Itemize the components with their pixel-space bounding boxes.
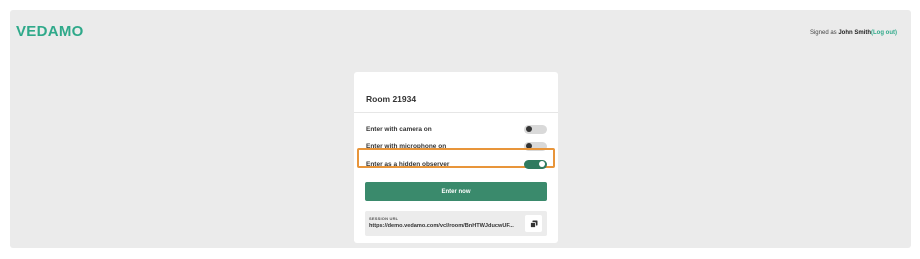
signed-in-status: Signed as John Smith(Log out) xyxy=(810,30,897,36)
session-url-text: https://demo.vedamo.com/vcl/room/BnHTWJd… xyxy=(369,223,514,229)
card-divider xyxy=(354,112,558,113)
room-title: Room 21934 xyxy=(366,94,417,104)
copy-icon xyxy=(529,220,537,228)
room-entry-card: Room 21934 Enter with camera on Enter wi… xyxy=(354,72,558,243)
session-url-caption: SESSION URL xyxy=(369,216,399,221)
option-hidden-observer-label: Enter as a hidden observer xyxy=(366,160,450,168)
user-name: John Smith xyxy=(838,30,871,36)
toggle-knob xyxy=(526,126,532,132)
session-url-box: SESSION URL https://demo.vedamo.com/vcl/… xyxy=(365,211,547,236)
vedamo-logo: VEDAMO xyxy=(16,23,84,40)
enter-now-button[interactable]: Enter now xyxy=(365,182,547,201)
option-camera-label: Enter with camera on xyxy=(366,125,432,133)
copy-url-button[interactable] xyxy=(525,215,542,232)
hidden-observer-toggle[interactable] xyxy=(524,159,547,169)
signed-as-label: Signed as xyxy=(809,30,837,36)
toggle-knob xyxy=(539,161,545,167)
app-background: VEDAMO Signed as John Smith(Log out) Roo… xyxy=(10,10,911,248)
option-camera: Enter with camera on xyxy=(366,123,547,135)
option-hidden-observer: Enter as a hidden observer xyxy=(366,158,547,170)
logout-link[interactable]: (Log out) xyxy=(871,30,897,36)
camera-toggle[interactable] xyxy=(524,124,547,134)
